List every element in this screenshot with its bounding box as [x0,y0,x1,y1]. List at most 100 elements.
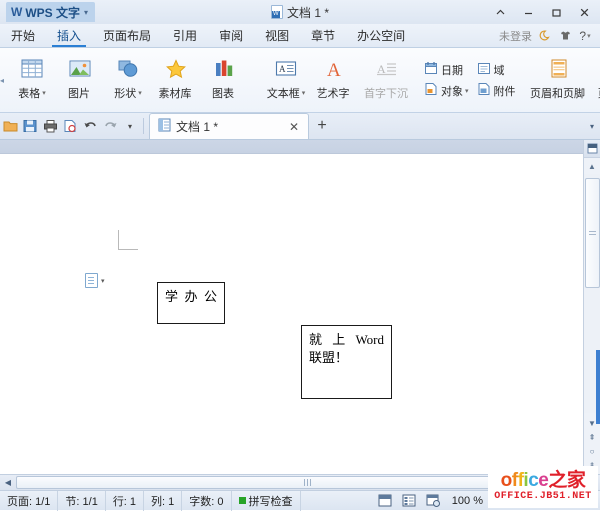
insert-textbox-button[interactable]: A 文本框▾ [262,52,310,101]
tab-label: 开始 [11,27,35,44]
select-browse-object-button[interactable]: ○ [590,447,595,456]
doc-tab-overflow[interactable]: ▾ [590,122,600,131]
scroll-up-button[interactable]: ▲ [584,158,600,174]
scroll-left-button[interactable]: ◀ [0,475,16,490]
watermark-char-6: e [538,470,548,491]
status-page[interactable]: 页面: 1/1 [0,491,58,511]
chart-icon [212,56,236,82]
save-icon[interactable] [20,115,40,137]
tab-yemianbuju[interactable]: 页面布局 [92,24,162,47]
document-icon [271,5,283,19]
split-view-button[interactable] [584,140,600,158]
outline-view-button[interactable] [400,493,418,509]
textbox-icon: A [274,56,298,82]
zoom-level-label[interactable]: 100 % [452,495,483,507]
tab-label: 页面布局 [103,27,151,44]
tab-shitu[interactable]: 视图 [254,24,300,47]
attachment-icon [477,82,491,99]
page-number-button[interactable]: 页码▾ [588,52,600,101]
header-footer-icon [547,56,571,82]
watermark-brand: office之家 [501,471,586,491]
tab-charu[interactable]: 插入 [46,24,92,47]
ribbon-item-label: 形状▾ [114,85,142,101]
header-footer-button[interactable]: 页眉和页脚 [530,52,588,101]
insert-chart-button[interactable]: 图表 [200,52,248,101]
document-workspace: ▾ 学 办 公 就 上 Word 联盟！ [0,140,600,474]
insert-picture-button[interactable]: 图片 [56,52,104,101]
account-area: 未登录 ? ▾ [499,24,600,47]
ribbon-group-fields: 日期 对象▾ [420,48,473,112]
status-section[interactable]: 节: 1/1 [58,491,105,511]
print-preview-icon[interactable] [60,115,80,137]
document-title-label: 文档 1 * [287,4,329,21]
ribbon-group-headerfooter: 页眉和页脚 页码▾ [526,48,600,112]
textbox-2-word-2: 上 [332,331,345,349]
toolbar-divider [143,118,144,134]
drop-cap-button[interactable]: A 首字下沉 [358,52,416,101]
status-spellcheck[interactable]: 拼写检查 [232,491,301,511]
insert-attachment-button[interactable]: 附件 [473,81,520,100]
ruler[interactable] [0,140,583,154]
web-view-button[interactable] [424,493,442,509]
tab-yinyong[interactable]: 引用 [162,24,208,47]
open-icon[interactable] [0,115,20,137]
document-tab[interactable]: 文档 1 * ✕ [149,113,309,139]
tab-shenyue[interactable]: 审阅 [208,24,254,47]
textbox-1-char-1: 学 [165,288,178,306]
skin-shirt-icon[interactable] [558,29,572,43]
tab-bangongkongjian[interactable]: 办公空间 [346,24,416,47]
wordart-icon: A [322,56,346,82]
insert-date-button[interactable]: 日期 [420,60,473,79]
vertical-scroll-track[interactable] [584,174,600,413]
ribbon-item-label: 页眉和页脚 [530,85,587,101]
insert-wordart-button[interactable]: A 艺术字 [310,52,358,101]
redo-icon[interactable] [100,115,120,137]
login-status-label[interactable]: 未登录 [499,28,532,44]
vertical-scrollbar[interactable]: ▲ ▼ ⇞ ○ ⇟ [583,140,600,474]
undo-icon[interactable] [80,115,100,137]
textbox-1-line-1: 学 办 公 [165,288,217,306]
ribbon-item-label: 附件 [494,83,516,99]
field-icon [477,61,491,78]
watermark-url: OFFICE.JB51.NET [494,491,592,503]
ribbon-item-label: 首字下沉 [364,85,410,101]
status-row[interactable]: 行: 1 [106,491,144,511]
insert-shapes-button[interactable]: 形状▾ [104,52,152,101]
material-library-button[interactable]: 素材库 [152,52,200,101]
status-word-count[interactable]: 字数: 0 [182,491,231,511]
quick-access-dropdown[interactable]: ▾ [120,115,140,137]
scroll-grip-icon [589,229,596,237]
insert-object-button[interactable]: 对象▾ [420,81,473,100]
textbox-2-word-1: 就 [309,331,322,349]
page-view-button[interactable] [376,493,394,509]
insert-table-button[interactable]: 表格▾ [8,52,56,101]
paste-icon [85,273,98,288]
theme-moon-icon[interactable] [538,29,552,43]
help-icon[interactable]: ? ▾ [578,29,592,43]
chevron-down-icon: ▾ [590,122,594,131]
textbox-2-line-2: 联盟！ [309,349,384,367]
tab-zhangjie[interactable]: 章节 [300,24,346,47]
vertical-scroll-thumb[interactable] [585,178,600,288]
document-page[interactable]: ▾ 学 办 公 就 上 Word 联盟！ [0,154,583,474]
ribbon-item-label: 素材库 [159,85,194,101]
ribbon-item-label: 文本框▾ [267,85,306,101]
table-icon [20,56,44,82]
previous-page-button[interactable]: ⇞ [589,433,596,442]
tab-kaishi[interactable]: 开始 [0,24,46,47]
document-page-area[interactable]: ▾ 学 办 公 就 上 Word 联盟！ [0,140,583,474]
watermark-cn-text: 之家 [548,470,585,491]
insert-field-button[interactable]: 域 [473,60,520,79]
print-icon[interactable] [40,115,60,137]
chevron-down-icon: ▾ [101,277,105,285]
dropcap-icon: A [375,56,399,82]
textbox-shape-1[interactable]: 学 办 公 [157,282,225,324]
spellcheck-label: 拼写检查 [249,493,293,509]
new-document-button[interactable]: + [309,114,335,138]
close-icon[interactable]: ✕ [286,120,302,134]
shapes-icon [116,56,140,82]
paste-options-button[interactable]: ▾ [85,273,105,288]
status-column[interactable]: 列: 1 [144,491,182,511]
textbox-shape-2[interactable]: 就 上 Word 联盟！ [301,325,392,399]
svg-text:A: A [327,60,341,80]
